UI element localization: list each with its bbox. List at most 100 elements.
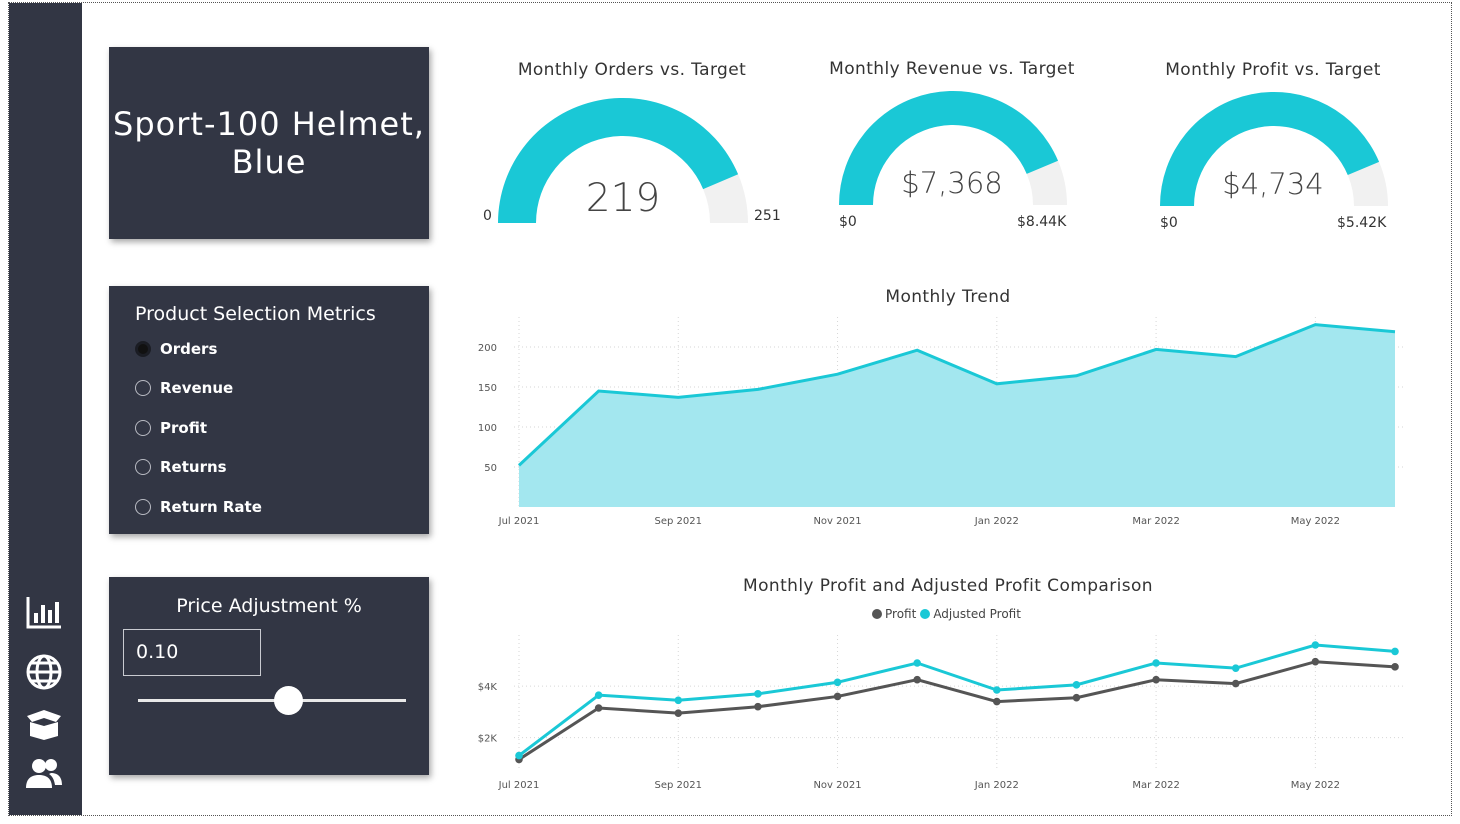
y-tick-label: $4K — [478, 682, 498, 693]
gauge-min-profit: $0 — [1160, 215, 1178, 231]
x-tick-label: Jul 2021 — [498, 780, 540, 791]
gauge-max-revenue: $8.44K — [1017, 214, 1067, 230]
radio-button[interactable] — [135, 341, 151, 357]
legend-label-adjusted-profit: Adjusted Profit — [933, 607, 1021, 621]
trend-point[interactable] — [1310, 320, 1320, 330]
adjusted-profit-point[interactable] — [594, 691, 603, 699]
trend-point[interactable] — [753, 384, 763, 394]
adjusted-profit-point[interactable] — [1072, 681, 1081, 689]
gauge-value-revenue: $7,368 — [901, 166, 1003, 200]
legend-dot-profit — [872, 609, 882, 619]
radio-label: Return Rate — [160, 498, 262, 516]
adjusted-profit-point[interactable] — [1231, 664, 1240, 672]
legend-item-profit[interactable]: Profit — [872, 607, 916, 621]
trend-chart-title: Monthly Trend — [885, 287, 1011, 307]
radio-button[interactable] — [135, 499, 151, 515]
trend-point[interactable] — [992, 379, 1002, 389]
product-selection-metrics-card: Product Selection Metrics Orders Revenue… — [109, 286, 429, 534]
x-tick-label: Jul 2021 — [498, 516, 540, 527]
trend-point[interactable] — [1390, 327, 1400, 337]
radio-option-orders[interactable]: Orders — [135, 340, 217, 358]
adjusted-profit-point[interactable] — [754, 690, 762, 698]
trend-point[interactable] — [673, 392, 683, 402]
y-tick-label: 150 — [478, 383, 497, 394]
adjusted-profit-point[interactable] — [1152, 659, 1160, 667]
gauge-max-orders: 251 — [754, 208, 781, 224]
profit-comparison-chart: $2K $4K Jul 2021 Sep 2021 Nov 2021 Jan 2022 Ma… — [478, 635, 1405, 791]
adjusted-profit-point[interactable] — [913, 659, 921, 667]
x-tick-label: Jan 2022 — [974, 516, 1019, 527]
gauge-value-orders: 219 — [585, 176, 661, 221]
trend-point[interactable] — [833, 369, 843, 379]
legend-dot-adjusted-profit — [920, 609, 931, 619]
y-tick-label: 100 — [478, 423, 497, 434]
profit-point[interactable] — [1152, 675, 1160, 684]
radio-button[interactable] — [135, 459, 151, 475]
adjusted-profit-point[interactable] — [1311, 641, 1320, 649]
gauge-min-orders: 0 — [483, 208, 492, 224]
profit-point[interactable] — [1391, 663, 1399, 671]
radio-button[interactable] — [135, 420, 151, 436]
price-adjustment-input[interactable]: 0.10 — [123, 629, 261, 676]
radio-option-revenue[interactable]: Revenue — [135, 379, 233, 397]
x-tick-label: Jan 2022 — [974, 780, 1019, 791]
price-adjustment-title: Price Adjustment % — [176, 595, 362, 617]
globe-icon[interactable] — [24, 652, 64, 692]
x-tick-label: Nov 2021 — [813, 516, 861, 527]
adjusted-profit-point[interactable] — [1391, 647, 1399, 656]
price-slider-track[interactable] — [138, 699, 406, 702]
monthly-trend-chart: 50 100 150 200 Jul 2021 Sep 2021 Nov 2021 Jan 2… — [478, 315, 1405, 527]
users-icon[interactable] — [24, 754, 64, 794]
trend-point[interactable] — [1071, 371, 1081, 381]
adjusted-profit-point[interactable] — [515, 751, 523, 760]
gauge-value-profit: $4,734 — [1222, 167, 1324, 201]
metrics-title: Product Selection Metrics — [135, 303, 376, 325]
profit-point[interactable] — [1072, 693, 1081, 702]
radio-option-returns[interactable]: Returns — [135, 458, 227, 476]
y-tick-label: $2K — [478, 734, 498, 745]
comparison-legend: Profit Adjusted Profit — [872, 607, 1025, 621]
trend-point[interactable] — [514, 460, 524, 470]
adjusted-profit-point[interactable] — [833, 678, 842, 687]
profit-point[interactable] — [993, 697, 1001, 706]
x-tick-label: May 2022 — [1291, 516, 1340, 527]
radio-option-return-rate[interactable]: Return Rate — [135, 498, 262, 516]
profit-point[interactable] — [1311, 657, 1320, 666]
trend-point[interactable] — [1151, 344, 1161, 354]
x-tick-label: Sep 2021 — [655, 516, 702, 527]
radio-button[interactable] — [135, 380, 151, 396]
gauge-min-revenue: $0 — [839, 214, 857, 230]
box-icon[interactable] — [24, 704, 64, 744]
chart-bar-icon[interactable] — [24, 593, 64, 633]
price-adjustment-card: Price Adjustment % 0.10 — [109, 577, 429, 775]
x-tick-label: Nov 2021 — [813, 780, 861, 791]
profit-point[interactable] — [754, 702, 762, 711]
profit-point[interactable] — [913, 675, 921, 684]
legend-item-adjusted-profit[interactable]: Adjusted Profit — [920, 607, 1021, 621]
gauge-title-orders: Monthly Orders vs. Target — [517, 60, 747, 80]
x-tick-label: Sep 2021 — [655, 780, 702, 791]
x-tick-label: Mar 2022 — [1132, 516, 1180, 527]
navigation-sidebar — [9, 3, 82, 815]
gauge-max-profit: $5.42K — [1337, 215, 1387, 231]
radio-option-profit[interactable]: Profit — [135, 419, 207, 437]
profit-point[interactable] — [674, 709, 683, 717]
adjusted-profit-line[interactable] — [518, 643, 1396, 757]
trend-point[interactable] — [1231, 352, 1241, 362]
trend-point[interactable] — [912, 345, 922, 355]
gauge-title-revenue: Monthly Revenue vs. Target — [829, 59, 1075, 79]
profit-point[interactable] — [833, 692, 842, 701]
profit-point[interactable] — [594, 704, 603, 712]
x-tick-label: May 2022 — [1291, 780, 1340, 791]
legend-label-profit: Profit — [885, 607, 917, 621]
adjusted-profit-point[interactable] — [674, 696, 683, 705]
price-slider-thumb[interactable] — [273, 686, 303, 715]
radio-label: Returns — [160, 458, 227, 476]
y-tick-label: 200 — [478, 343, 497, 354]
adjusted-profit-point[interactable] — [993, 686, 1001, 694]
trend-point[interactable] — [594, 386, 604, 396]
product-title: Sport-100 Helmet, Blue — [113, 105, 425, 181]
gauge-title-profit: Monthly Profit vs. Target — [1165, 60, 1381, 80]
profit-point[interactable] — [1231, 679, 1240, 688]
y-tick-label: 50 — [484, 463, 497, 474]
